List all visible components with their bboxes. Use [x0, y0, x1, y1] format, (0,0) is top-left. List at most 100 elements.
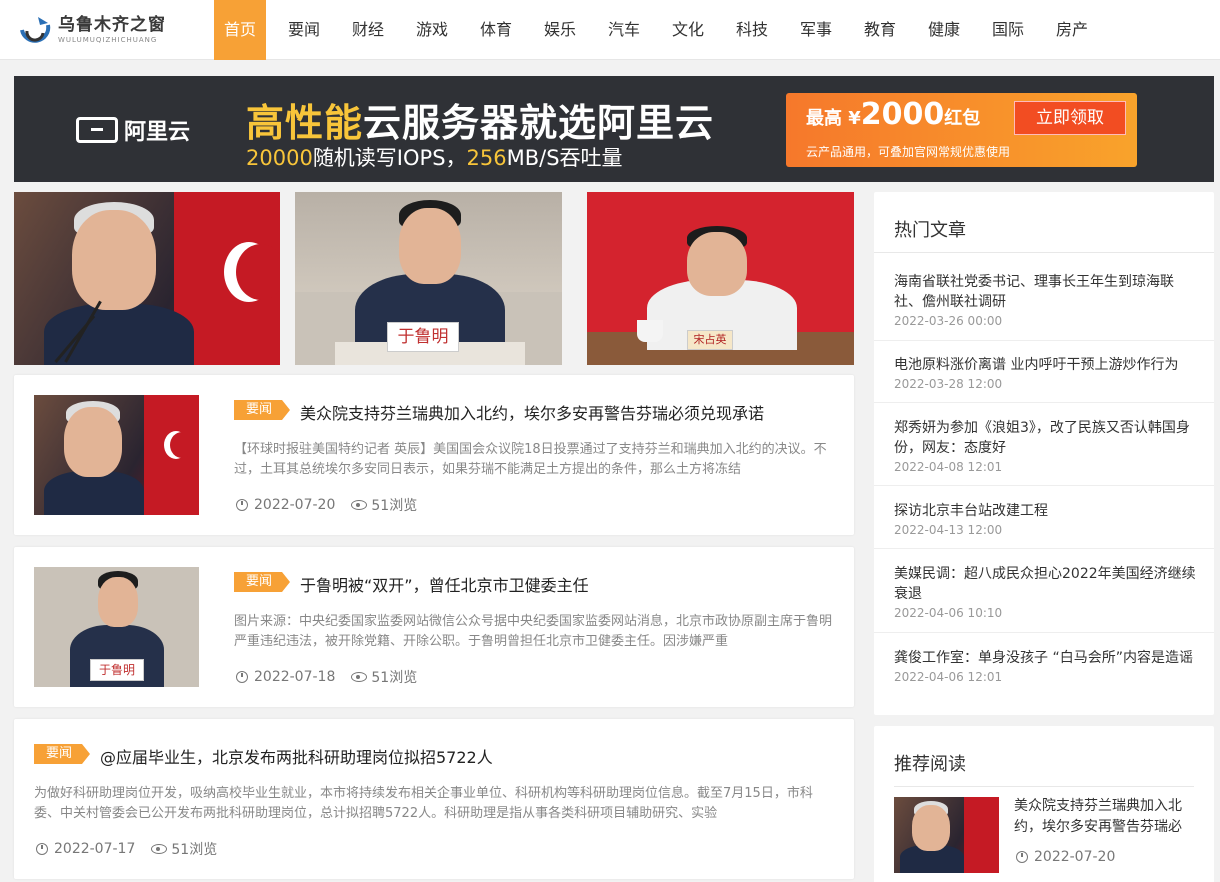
article-card[interactable]: 于鲁明 要闻 于鲁明被“双开”，曾任北京市卫健委主任 图片来源：中央纪委国家监委…	[14, 547, 854, 707]
promo-amount-number: 2000	[860, 97, 945, 132]
article-views: 51浏览	[371, 670, 418, 686]
divider	[874, 340, 1214, 341]
hot-article-item[interactable]: 探访北京丰台站改建工程 2022-04-13 12:00	[894, 501, 1198, 537]
eye-icon	[151, 844, 168, 854]
hot-article-date: 2022-04-08 12:01	[894, 460, 1003, 474]
flag-crescent-cut	[236, 244, 280, 300]
logo-chinese-text: 乌鲁木齐之窗	[58, 14, 166, 35]
article-views: 51浏览	[171, 842, 218, 858]
banner-throughput-text: MB/S吞吐量	[506, 146, 623, 170]
promo-unit: 红包	[944, 108, 981, 129]
figure-head	[72, 210, 156, 310]
category-tag[interactable]: 要闻	[234, 572, 291, 592]
banner-subline: 20000随机读写IOPS，256MB/S吞吐量	[246, 142, 623, 172]
hot-article-title[interactable]: 美媒民调：超八成民众担心2022年美国经济继续衰退	[894, 564, 1198, 604]
hot-article-title[interactable]: 龚俊工作室：单身没孩子 “白马会所”内容是造谣	[894, 648, 1198, 668]
hot-articles-panel: 热门文章 海南省联社党委书记、理事长王年生到琼海联社、儋州联社调研 2022-0…	[874, 192, 1214, 715]
recommended-meta: 2022-07-20	[1016, 849, 1115, 865]
hot-article-date: 2022-04-06 10:10	[894, 606, 1003, 620]
hot-article-title[interactable]: 探访北京丰台站改建工程	[894, 501, 1198, 521]
article-thumbnail[interactable]: 于鲁明	[34, 567, 199, 687]
nav-item-realestate[interactable]: 房产	[1046, 0, 1098, 60]
aliyun-banner-ad[interactable]: 阿里云 高性能云服务器就选阿里云 20000随机读写IOPS，256MB/S吞吐…	[14, 76, 1214, 182]
hot-articles-heading: 热门文章	[894, 220, 966, 241]
top-header: 乌鲁木齐之窗 WULUMUQIZHICHUANG 首页 要闻 财经 游戏 体育 …	[0, 0, 1220, 60]
nav-item-sports[interactable]: 体育	[470, 0, 522, 60]
hot-article-item[interactable]: 美媒民调：超八成民众担心2022年美国经济继续衰退 2022-04-06 10:…	[894, 564, 1198, 620]
featured-image-yu-luming[interactable]: 于鲁明	[295, 192, 562, 365]
banner-iops-text: 随机读写IOPS，	[312, 146, 467, 170]
site-logo[interactable]: 乌鲁木齐之窗 WULUMUQIZHICHUANG	[18, 12, 178, 48]
banner-promo-box: 最高 ¥2000红包 立即领取 云产品通用，可叠加官网常规优惠使用	[786, 93, 1137, 167]
article-date: 2022-07-20	[254, 497, 336, 513]
teacup	[637, 320, 663, 342]
recommended-thumbnail[interactable]	[894, 797, 999, 873]
promo-prefix: 最高 ¥	[806, 108, 861, 129]
divider	[874, 632, 1214, 633]
hot-article-item[interactable]: 电池原料涨价离谱 业内呼吁干预上游炒作行为 2022-03-28 12:00	[894, 355, 1198, 391]
clock-icon	[236, 499, 248, 511]
article-card[interactable]: 要闻 @应届毕业生，北京发布两批科研助理岗位拟招5722人 为做好科研助理岗位开…	[14, 719, 854, 879]
logo-mark-icon	[18, 13, 52, 47]
claim-now-button[interactable]: 立即领取	[1014, 101, 1126, 135]
nav-item-finance[interactable]: 财经	[342, 0, 394, 60]
article-title[interactable]: @应届毕业生，北京发布两批科研助理岗位拟招5722人	[100, 744, 493, 768]
recommended-date: 2022-07-20	[1034, 849, 1116, 865]
hot-article-title[interactable]: 电池原料涨价离谱 业内呼吁干预上游炒作行为	[894, 355, 1198, 375]
banner-throughput-number: 256	[466, 146, 507, 170]
hot-article-item[interactable]: 海南省联社党委书记、理事长王年生到琼海联社、儋州联社调研 2022-03-26 …	[894, 272, 1198, 328]
article-meta: 2022-07-20 51浏览	[236, 495, 417, 515]
article-meta: 2022-07-18 51浏览	[236, 667, 417, 687]
nav-item-auto[interactable]: 汽车	[598, 0, 650, 60]
promo-amount: 最高 ¥2000红包	[806, 97, 980, 132]
aliyun-logo: 阿里云	[76, 114, 190, 146]
aliyun-brand-name: 阿里云	[124, 120, 191, 145]
article-thumbnail[interactable]	[34, 395, 199, 515]
clock-icon	[236, 671, 248, 683]
article-card[interactable]: 要闻 美众院支持芬兰瑞典加入北约，埃尔多安再警告芬瑞必须兑现承诺 【环球时报驻美…	[14, 375, 854, 535]
nav-item-news[interactable]: 要闻	[278, 0, 330, 60]
divider	[874, 485, 1214, 486]
nav-item-international[interactable]: 国际	[982, 0, 1034, 60]
hot-article-date: 2022-04-06 12:01	[894, 670, 1003, 684]
article-date: 2022-07-18	[254, 669, 336, 685]
nav-item-health[interactable]: 健康	[918, 0, 970, 60]
article-date: 2022-07-17	[54, 841, 136, 857]
nav-item-culture[interactable]: 文化	[662, 0, 714, 60]
article-summary: 为做好科研助理岗位开发，吸纳高校毕业生就业，本市将持续发布相关企事业单位、科研机…	[34, 786, 813, 821]
clock-icon	[1016, 851, 1028, 863]
divider	[874, 252, 1214, 253]
featured-image-erdogan[interactable]	[14, 192, 280, 365]
category-tag[interactable]: 要闻	[234, 400, 291, 420]
nav-item-home[interactable]: 首页	[214, 0, 266, 60]
article-meta: 2022-07-17 51浏览	[36, 839, 217, 859]
hot-article-title[interactable]: 郑秀妍为参加《浪姐3》，改了民族又否认韩国身份，网友：态度好	[894, 418, 1198, 458]
recommended-title[interactable]: 美众院支持芬兰瑞典加入北约，埃尔多安再警告芬瑞必	[1014, 796, 1194, 838]
nameplate: 于鲁明	[387, 322, 459, 352]
promo-note: 云产品通用，可叠加官网常规优惠使用	[806, 145, 1011, 159]
nav-item-games[interactable]: 游戏	[406, 0, 458, 60]
featured-image-song-zhanying[interactable]: 宋占英	[587, 192, 854, 365]
eye-icon	[351, 500, 368, 510]
logo-english-text: WULUMUQIZHICHUANG	[58, 35, 158, 44]
article-title[interactable]: 美众院支持芬兰瑞典加入北约，埃尔多安再警告芬瑞必须兑现承诺	[300, 400, 764, 424]
hot-article-date: 2022-04-13 12:00	[894, 523, 1003, 537]
recommended-heading: 推荐阅读	[894, 754, 966, 775]
nav-item-tech[interactable]: 科技	[726, 0, 778, 60]
aliyun-logo-icon	[76, 117, 118, 143]
divider	[894, 786, 1194, 787]
hot-article-title[interactable]: 海南省联社党委书记、理事长王年生到琼海联社、儋州联社调研	[894, 272, 1198, 312]
nav-item-entertainment[interactable]: 娱乐	[534, 0, 586, 60]
article-title[interactable]: 于鲁明被“双开”，曾任北京市卫健委主任	[300, 572, 589, 596]
hot-article-date: 2022-03-28 12:00	[894, 377, 1003, 391]
banner-iops-number: 20000	[246, 146, 313, 170]
hot-article-item[interactable]: 龚俊工作室：单身没孩子 “白马会所”内容是造谣 2022-04-06 12:01	[894, 648, 1198, 684]
category-tag[interactable]: 要闻	[34, 744, 91, 764]
hot-article-item[interactable]: 郑秀妍为参加《浪姐3》，改了民族又否认韩国身份，网友：态度好 2022-04-0…	[894, 418, 1198, 474]
article-summary: 【环球时报驻美国特约记者 英辰】美国国会众议院18日投票通过了支持芬兰和瑞典加入…	[234, 442, 827, 477]
banner-headline-rest: 云服务器就选阿里云	[363, 101, 715, 145]
nav-item-education[interactable]: 教育	[854, 0, 906, 60]
figure-head	[399, 208, 461, 284]
nav-item-military[interactable]: 军事	[790, 0, 842, 60]
article-summary: 图片来源：中央纪委国家监委网站微信公众号据中央纪委国家监委网站消息，北京市政协原…	[234, 614, 833, 649]
